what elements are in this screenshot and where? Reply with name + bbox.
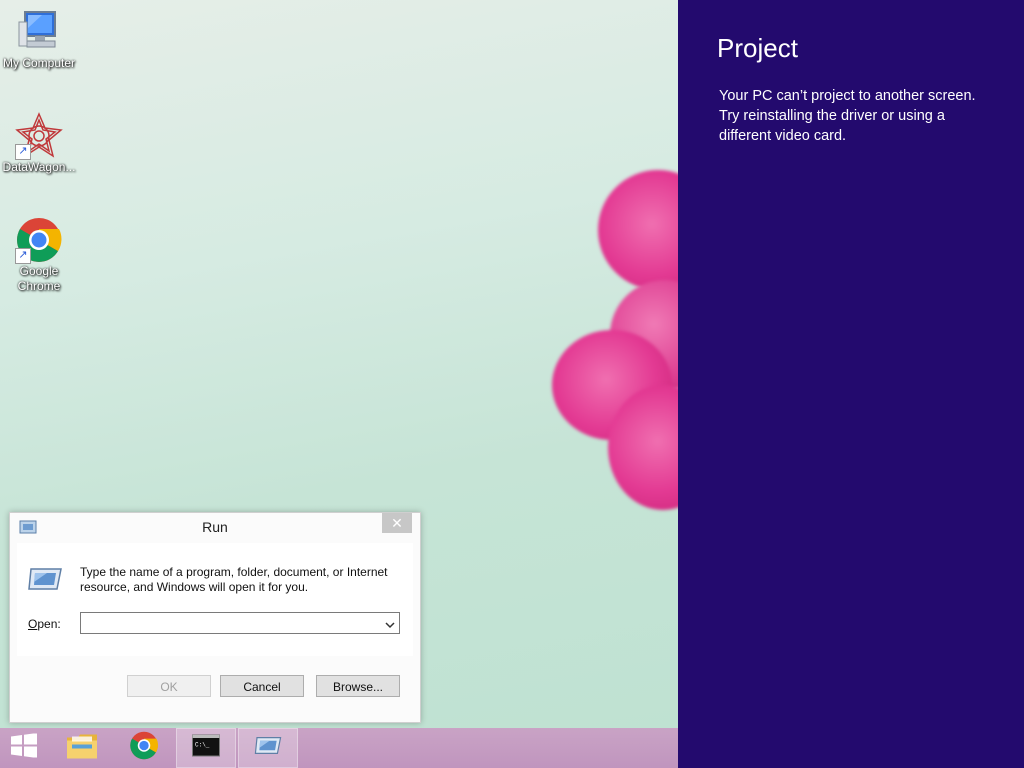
desktop: My Computer ↗ DataWagon... ↗ Google Chro… xyxy=(0,0,678,728)
open-label-text: pen: xyxy=(37,617,61,631)
project-panel: Project Your PC can’t project to another… xyxy=(678,0,1024,768)
taskbar-command-prompt[interactable]: C:\_ xyxy=(176,728,236,768)
desktop-icon-datawagon[interactable]: ↗ DataWagon... xyxy=(0,112,79,175)
desktop-icon-google-chrome[interactable]: ↗ Google Chrome xyxy=(0,216,79,294)
wallpaper-flower-petal xyxy=(598,170,678,290)
start-button[interactable] xyxy=(0,728,48,768)
chrome-icon: ↗ xyxy=(15,216,63,264)
shortcut-arrow-icon: ↗ xyxy=(15,248,31,264)
project-title: Project xyxy=(717,33,798,63)
shortcut-arrow-icon: ↗ xyxy=(15,144,31,160)
datawagon-icon: ↗ xyxy=(15,112,63,160)
command-prompt-icon: C:\_ xyxy=(192,734,220,762)
run-icon xyxy=(253,735,283,762)
run-icon xyxy=(27,565,63,593)
file-explorer-icon xyxy=(66,732,98,765)
svg-text:C:\_: C:\_ xyxy=(195,742,210,749)
windows-start-icon xyxy=(10,733,38,763)
open-label: Open: xyxy=(28,617,61,631)
taskbar-run[interactable] xyxy=(238,728,298,768)
ok-button[interactable]: OK xyxy=(127,675,211,697)
run-dialog-title: Run xyxy=(202,519,228,535)
run-description: Type the name of a program, folder, docu… xyxy=(80,565,388,594)
open-input[interactable] xyxy=(81,613,376,633)
run-dialog: Run ✕ Type the name of a program, folder… xyxy=(9,512,421,723)
desktop-icon-label: Google Chrome xyxy=(17,264,61,293)
desktop-icon-my-computer[interactable]: My Computer xyxy=(0,8,79,71)
taskbar-file-explorer[interactable] xyxy=(52,728,112,768)
open-label-accesskey: O xyxy=(28,617,38,631)
chrome-icon xyxy=(129,731,159,766)
desktop-icon-label: My Computer xyxy=(2,56,76,70)
computer-icon xyxy=(15,8,63,56)
run-titlebar[interactable]: Run ✕ xyxy=(10,513,420,541)
browse-button[interactable]: Browse... xyxy=(316,675,400,697)
close-button[interactable]: ✕ xyxy=(382,513,412,533)
project-message: Your PC can’t project to another screen.… xyxy=(719,88,976,144)
open-combobox[interactable] xyxy=(80,612,400,634)
cancel-button[interactable]: Cancel xyxy=(220,675,304,697)
run-dialog-body: Type the name of a program, folder, docu… xyxy=(17,543,413,656)
chevron-down-icon[interactable] xyxy=(385,617,395,629)
taskbar-chrome[interactable] xyxy=(114,728,174,768)
taskbar: C:\_ xyxy=(0,728,678,768)
desktop-icon-label: DataWagon... xyxy=(2,160,76,174)
